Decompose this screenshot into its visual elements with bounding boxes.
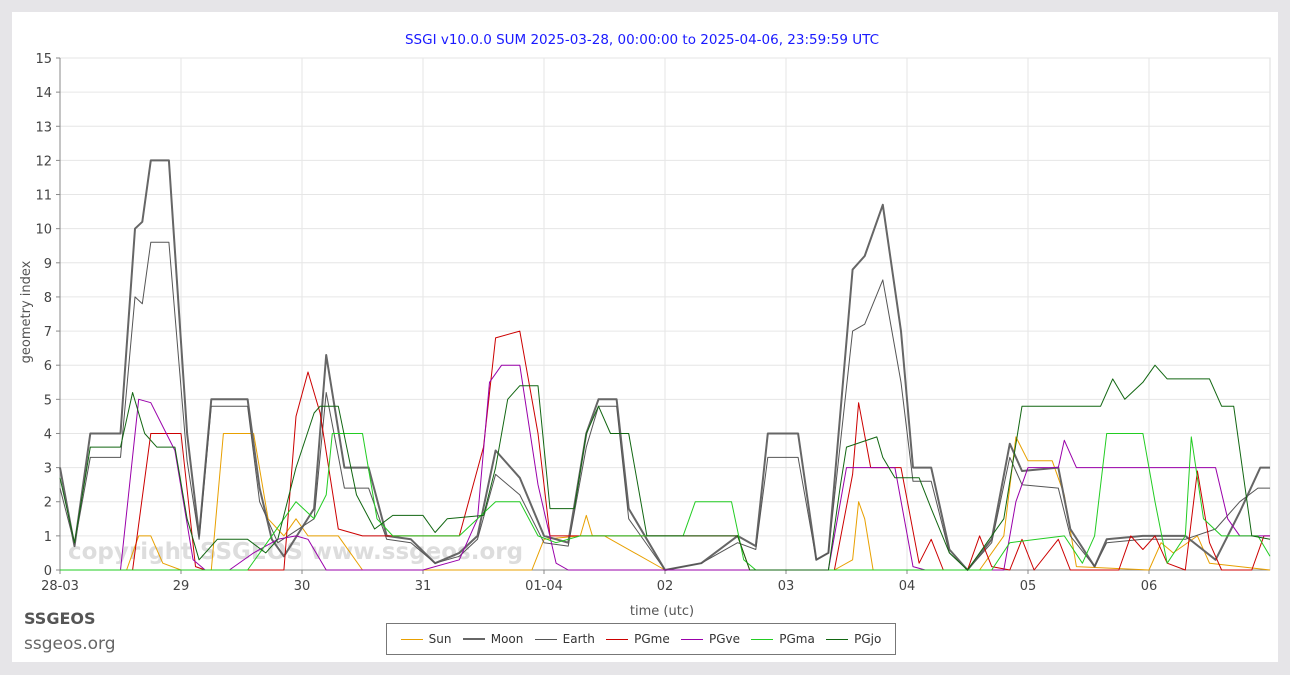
y-tick-label: 5	[44, 393, 52, 408]
x-tick-label: 01-04	[525, 579, 563, 594]
y-tick-label: 2	[44, 496, 52, 511]
x-tick-label: 05	[1020, 579, 1037, 594]
y-tick-label: 4	[44, 427, 52, 442]
x-tick-label: 31	[415, 579, 432, 594]
y-tick-label: 10	[35, 223, 52, 238]
y-tick-label: 11	[35, 189, 52, 204]
y-tick-label: 1	[44, 530, 52, 545]
legend-item-pgme: PGme	[606, 632, 670, 646]
legend-swatch	[606, 638, 629, 640]
legend-swatch	[400, 638, 423, 640]
legend-item-pgma: PGma	[751, 632, 815, 646]
legend-swatch	[751, 638, 774, 640]
grid	[59, 57, 1271, 571]
y-tick-label: 13	[35, 120, 52, 135]
legend-swatch	[680, 638, 703, 640]
y-tick-label: 3	[44, 462, 52, 477]
legend-label: PGma	[779, 632, 815, 646]
chart-title: SSGI v10.0.0 SUM 2025-03-28, 00:00:00 to…	[405, 32, 879, 48]
y-tick-label: 14	[35, 86, 52, 101]
axes: 012345678910111213141528-03 29 30 31 01-04 02…	[35, 52, 1270, 594]
legend-label: Earth	[562, 632, 595, 646]
x-axis-label: time (utc)	[630, 604, 694, 619]
x-tick-label: 04	[899, 579, 916, 594]
legend-label: PGve	[708, 632, 740, 646]
brand-url[interactable]: ssgeos.org	[24, 634, 116, 654]
x-tick-label: 02	[657, 579, 674, 594]
chart-legend: Sun Moon Earth PGme PGve PGma PGjo	[386, 623, 896, 655]
legend-item-earth: Earth	[534, 632, 595, 646]
x-tick-label: 03	[778, 579, 795, 594]
x-tick-label: 30	[294, 579, 311, 594]
x-tick-label: 06	[1141, 579, 1158, 594]
legend-item-pgjo: PGjo	[826, 632, 881, 646]
y-tick-label: 8	[44, 291, 52, 306]
brand-name: SSGEOS	[24, 609, 96, 628]
y-tick-label: 0	[44, 564, 52, 579]
y-tick-label: 7	[44, 325, 52, 340]
legend-label: PGjo	[854, 632, 882, 646]
y-tick-label: 15	[35, 52, 52, 67]
legend-label: Sun	[428, 632, 452, 646]
y-axis-label: geometry index	[19, 260, 34, 363]
geometry-index-chart: 012345678910111213141528-03 29 30 31 01-04 02…	[19, 32, 1271, 619]
y-tick-label: 9	[44, 257, 52, 272]
y-tick-label: 6	[44, 359, 52, 374]
legend-swatch	[534, 638, 557, 640]
legend-item-moon: Moon	[462, 632, 524, 646]
y-tick-label: 12	[35, 154, 52, 169]
x-tick-label: 29	[173, 579, 190, 594]
legend-item-pgve: PGve	[680, 632, 740, 646]
legend-label: Moon	[490, 632, 524, 646]
legend-label: PGme	[634, 632, 670, 646]
legend-swatch	[462, 638, 485, 640]
x-tick-label: 28-03	[41, 579, 79, 594]
chart-frame: 0 1 2 3 4 5 6 7 8 9 10 11 12 13 14 15 28-03 29 30 31 01-04 02…	[12, 12, 1278, 662]
legend-swatch	[826, 638, 849, 640]
legend-item-sun: Sun	[400, 632, 452, 646]
